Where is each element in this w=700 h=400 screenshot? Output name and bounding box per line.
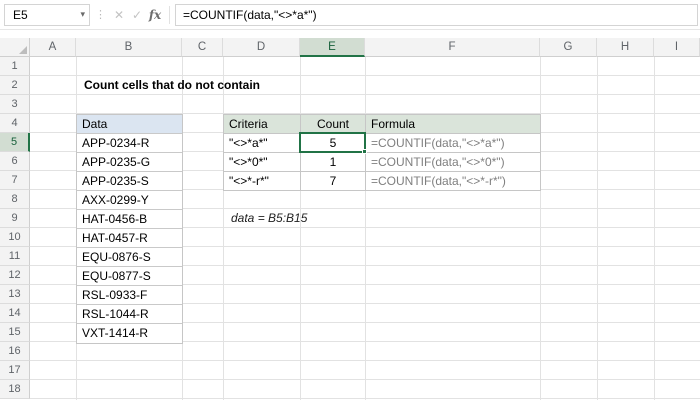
formula-cell[interactable]: =COUNTIF(data,"<>*a*") xyxy=(366,134,541,153)
data-cell[interactable]: EQU-0876-S xyxy=(77,248,182,267)
formula-table: Criteria Count Formula "<>*a*" 5 =COUNTI… xyxy=(223,114,541,191)
row-header[interactable]: 2 xyxy=(0,76,30,95)
column-header[interactable]: G xyxy=(540,38,597,57)
column-header[interactable]: H xyxy=(597,38,654,57)
table-row: "<>*0*" 1 =COUNTIF(data,"<>*0*") xyxy=(224,153,541,172)
table-row: "<>*a*" 5 =COUNTIF(data,"<>*a*") xyxy=(224,134,541,153)
selected-cell-outline[interactable] xyxy=(299,132,367,154)
column-header[interactable]: B xyxy=(76,38,182,57)
column-header[interactable]: C xyxy=(182,38,223,57)
insert-function-icon[interactable]: fx xyxy=(146,8,164,22)
named-range-note[interactable]: data = B5:B15 xyxy=(231,209,307,228)
row-header[interactable]: 1 xyxy=(0,57,30,76)
data-table: Data APP-0234-R APP-0235-G APP-0235-S AX… xyxy=(76,114,183,344)
formula-bar: E5 ▾ ⋮ ✕ ✓ fx =COUNTIF(data,"<>*a*") xyxy=(0,0,700,30)
name-box-value: E5 xyxy=(13,7,28,22)
cell-area[interactable]: Count cells that do not contain Data APP… xyxy=(30,57,700,400)
row-header[interactable]: 7 xyxy=(0,171,30,190)
row-header[interactable]: 3 xyxy=(0,95,30,114)
data-cell[interactable]: HAT-0456-B xyxy=(77,210,182,229)
column-header[interactable]: D xyxy=(223,38,300,57)
row-header[interactable]: 18 xyxy=(0,380,30,399)
chevron-down-icon[interactable]: ▾ xyxy=(80,9,85,20)
formula-input[interactable]: =COUNTIF(data,"<>*a*") xyxy=(175,3,698,26)
row-header[interactable]: 17 xyxy=(0,361,30,380)
row-header[interactable]: 11 xyxy=(0,247,30,266)
name-box[interactable]: E5 ▾ xyxy=(4,3,90,26)
formula-cell[interactable]: =COUNTIF(data,"<>*-r*") xyxy=(366,172,541,191)
data-cell[interactable]: RSL-0933-F xyxy=(77,286,182,305)
formula-bar-divider xyxy=(169,5,170,24)
cancel-icon[interactable]: ✕ xyxy=(110,8,128,22)
data-cell[interactable]: AXX-0299-Y xyxy=(77,191,182,210)
gridline xyxy=(654,57,655,400)
row-header[interactable]: 6 xyxy=(0,152,30,171)
column-header-row: A B C D E F G H I xyxy=(0,38,700,57)
data-cell[interactable]: APP-0235-G xyxy=(77,153,182,172)
row-header[interactable]: 10 xyxy=(0,228,30,247)
data-cell[interactable]: EQU-0877-S xyxy=(77,267,182,286)
row-header[interactable]: 14 xyxy=(0,304,30,323)
count-cell[interactable]: 7 xyxy=(301,172,366,191)
select-all-triangle-icon xyxy=(19,46,27,54)
gridline xyxy=(597,57,598,400)
data-table-header[interactable]: Data xyxy=(77,115,182,134)
formula-cell[interactable]: =COUNTIF(data,"<>*0*") xyxy=(366,153,541,172)
criteria-cell[interactable]: "<>*-r*" xyxy=(224,172,301,191)
row-header[interactable]: 15 xyxy=(0,323,30,342)
enter-icon[interactable]: ✓ xyxy=(128,8,146,22)
table-row: "<>*-r*" 7 =COUNTIF(data,"<>*-r*") xyxy=(224,172,541,191)
formula-text: =COUNTIF(data,"<>*a*") xyxy=(183,7,317,22)
fill-handle[interactable] xyxy=(362,149,367,154)
data-cell[interactable]: HAT-0457-R xyxy=(77,229,182,248)
gridline xyxy=(300,57,301,400)
row-header[interactable]: 13 xyxy=(0,285,30,304)
page-title-cell[interactable]: Count cells that do not contain xyxy=(84,76,260,95)
data-cell[interactable]: RSL-1044-R xyxy=(77,305,182,324)
gridline xyxy=(223,57,224,400)
column-header[interactable]: I xyxy=(654,38,700,57)
spreadsheet-grid: A B C D E F G H I 1 2 3 4 5 6 7 8 9 10 1… xyxy=(0,38,700,400)
formula-header[interactable]: Formula xyxy=(366,115,541,134)
criteria-cell[interactable]: "<>*0*" xyxy=(224,153,301,172)
data-cell[interactable]: APP-0234-R xyxy=(77,134,182,153)
column-header[interactable]: F xyxy=(365,38,540,57)
row-header[interactable]: 9 xyxy=(0,209,30,228)
row-header[interactable]: 12 xyxy=(0,266,30,285)
row-header[interactable]: 8 xyxy=(0,190,30,209)
formula-table-header-row: Criteria Count Formula xyxy=(224,115,541,134)
row-header[interactable]: 4 xyxy=(0,114,30,133)
splitter-dots-icon: ⋮ xyxy=(95,9,106,21)
row-header-selected[interactable]: 5 xyxy=(0,133,30,152)
toolbar-gap xyxy=(0,30,700,38)
column-header-selected[interactable]: E xyxy=(300,38,365,57)
gridline xyxy=(540,57,541,400)
select-all-corner[interactable] xyxy=(0,38,30,57)
data-cell[interactable]: APP-0235-S xyxy=(77,172,182,191)
criteria-cell[interactable]: "<>*a*" xyxy=(224,134,301,153)
data-cell[interactable]: VXT-1414-R xyxy=(77,324,182,343)
count-cell[interactable]: 1 xyxy=(301,153,366,172)
row-header-column: 1 2 3 4 5 6 7 8 9 10 11 12 13 14 15 16 1… xyxy=(0,57,30,399)
row-header[interactable]: 16 xyxy=(0,342,30,361)
column-header[interactable]: A xyxy=(30,38,76,57)
criteria-header[interactable]: Criteria xyxy=(224,115,301,134)
gridline xyxy=(365,57,366,400)
